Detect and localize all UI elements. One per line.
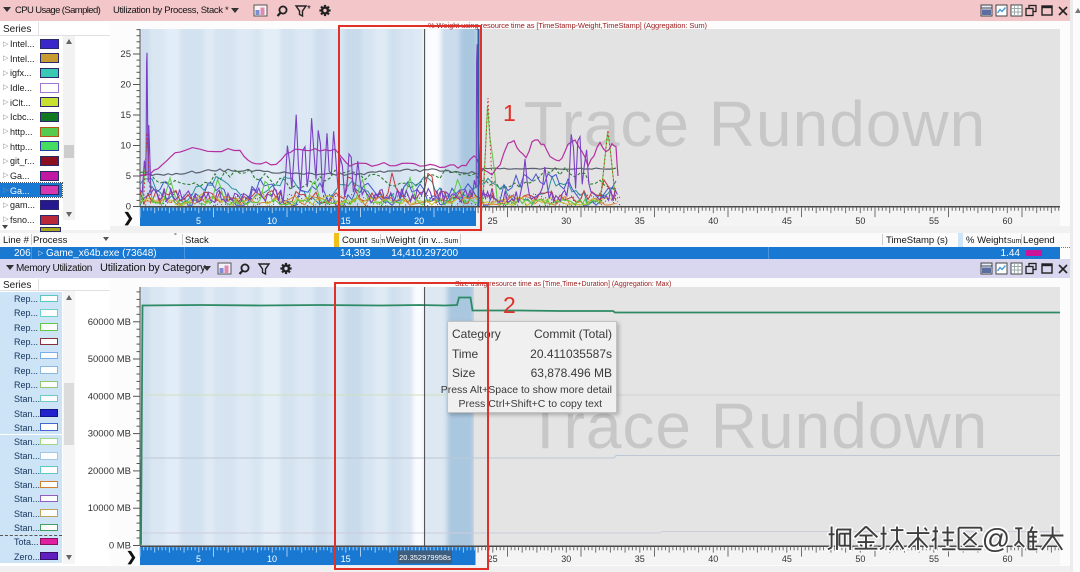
- svg-text:10: 10: [267, 554, 277, 564]
- svg-text:40000 MB: 40000 MB: [88, 391, 131, 402]
- svg-text:30000 MB: 30000 MB: [88, 429, 131, 440]
- svg-text:35: 35: [635, 554, 645, 564]
- svg-text:15: 15: [120, 110, 131, 121]
- svg-text:45: 45: [782, 554, 792, 564]
- svg-text:60000 MB: 60000 MB: [88, 317, 131, 328]
- svg-text:45: 45: [782, 216, 792, 226]
- svg-text:25: 25: [488, 216, 498, 226]
- svg-text:20000 MB: 20000 MB: [88, 466, 131, 477]
- svg-text:20: 20: [120, 80, 131, 91]
- svg-text:5: 5: [126, 171, 131, 182]
- svg-text:@: @: [982, 523, 1010, 554]
- svg-text:40: 40: [708, 554, 718, 564]
- svg-text:25: 25: [120, 49, 131, 60]
- svg-text:35: 35: [635, 216, 645, 226]
- svg-text:10: 10: [267, 216, 277, 226]
- svg-text:5: 5: [196, 554, 201, 564]
- svg-text:55: 55: [929, 216, 939, 226]
- svg-text:❯: ❯: [123, 210, 134, 226]
- svg-text:*: *: [307, 4, 311, 15]
- svg-text:40: 40: [708, 216, 718, 226]
- svg-text:5: 5: [196, 216, 201, 226]
- svg-text:Trace Rundown: Trace Rundown: [524, 88, 986, 160]
- svg-text:50: 50: [855, 216, 865, 226]
- svg-text:60: 60: [1002, 216, 1012, 226]
- svg-text:50000 MB: 50000 MB: [88, 354, 131, 365]
- svg-text:25: 25: [488, 554, 498, 564]
- svg-text:10: 10: [120, 141, 131, 152]
- svg-text:30: 30: [561, 216, 571, 226]
- svg-text:❯: ❯: [126, 549, 137, 565]
- svg-text:10000 MB: 10000 MB: [88, 503, 131, 514]
- svg-text:30: 30: [561, 554, 571, 564]
